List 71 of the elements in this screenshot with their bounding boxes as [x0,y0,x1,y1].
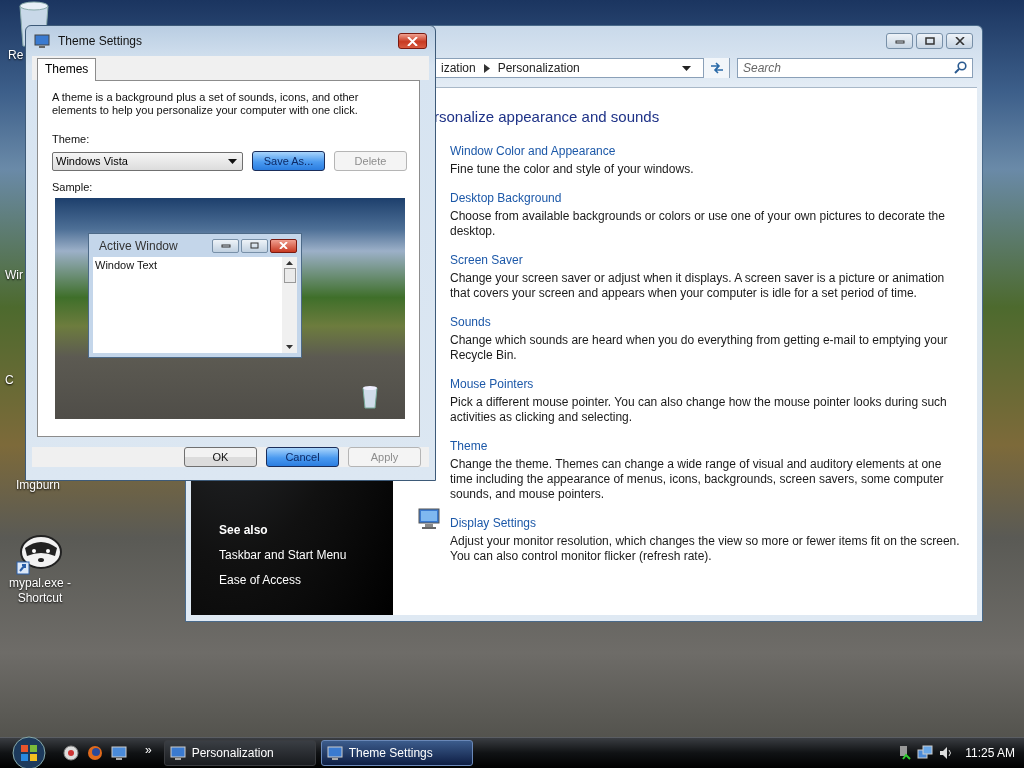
window-title: Theme Settings [58,34,143,48]
monitor-icon [169,745,186,761]
settings-description: Change the theme. Themes can change a wide range of visual and auditory elements at one time including the appearance of menus, icons, backgrounds, screen savers, some computer sounds, and mouse pointers. [450,457,945,502]
clock[interactable]: 11:25 AM [965,746,1015,760]
settings-description: Change which sounds are heard when you do everything from getting e-mail to emptying your Recycle Bin. [450,333,949,363]
dropdown-arrow-icon [228,158,237,164]
see-also-link[interactable]: Taskbar and Start Menu [219,547,347,563]
desktop-icon-label[interactable]: Imgburn [16,478,60,493]
sample-label: Sample: [52,181,93,193]
desktop-icon-label[interactable]: Wir [5,268,23,283]
see-also-heading: See also [219,522,268,538]
search-icon[interactable] [954,61,967,74]
page-heading: rsonalize appearance and sounds [434,107,660,127]
monitor-icon[interactable] [417,507,441,531]
dropdown-arrow-icon[interactable] [682,65,691,71]
settings-link[interactable]: Window Color and Appearance [450,143,616,159]
recycle-bin-icon [361,385,379,409]
search-field[interactable]: Search [737,58,973,78]
minimize-icon [220,243,231,248]
settings-description: Fine tune the color and style of your windows. [450,162,695,177]
settings-link[interactable]: Mouse Pointers [450,376,534,392]
monitor-icon [34,33,50,49]
maximize-icon [924,37,935,45]
settings-link[interactable]: Display Settings [450,515,537,531]
minimize-button[interactable] [886,33,913,49]
taskbar-button[interactable]: Personalization [163,740,316,766]
maximize-icon [250,242,259,249]
volume-icon[interactable] [939,746,954,760]
theme-description: A theme is a background plus a set of sounds, icons, and other elements to help you personalize your computer with one click. [52,91,360,117]
scroll-up-icon [286,261,293,265]
maximize-button[interactable] [916,33,943,49]
settings-link[interactable]: Screen Saver [450,252,523,268]
desktop-icon-label[interactable]: C [5,373,14,388]
close-icon [954,37,965,45]
themes-tab[interactable]: Themes [37,58,97,81]
minimize-icon [894,38,905,44]
chevron-icon [483,63,490,73]
theme-dropdown[interactable]: Windows Vista [52,151,243,171]
safely-remove-icon[interactable] [897,745,912,761]
desktop-icon-label[interactable]: Re [8,48,24,63]
settings-link[interactable]: Desktop Background [450,190,562,206]
settings-link[interactable]: Theme [450,438,488,454]
monitor-icon [326,745,343,761]
settings-description: Change your screen saver or adjust when it displays. A screen saver is a picture or animation that covers your screen and appears when your computer is idle for a set period of time. [450,271,946,301]
close-button[interactable] [398,33,427,49]
network-icon[interactable] [917,745,934,761]
close-button[interactable] [946,33,973,49]
refresh-button[interactable] [703,58,729,78]
settings-description: Choose from available backgrounds or colors or use one of your own pictures to decorate the desktop. [450,209,946,239]
scroll-down-icon [286,345,293,349]
dialog-button[interactable]: OK [184,447,257,467]
breadcrumb-item[interactable]: ization [441,61,476,75]
dialog-button[interactable]: Cancel [266,447,339,467]
theme-label: Theme: [52,133,90,145]
sample-window-text: Window Text [94,258,159,271]
taskbar-button[interactable]: Theme Settings [320,740,473,766]
browser-icon[interactable] [63,745,79,761]
close-icon [279,242,288,249]
quick-launch-overflow[interactable]: » [145,743,152,757]
settings-link[interactable]: Sounds [450,314,491,330]
sample-window-title: Active Window [99,238,178,253]
dialog-button[interactable]: Save As... [252,151,325,171]
desktop-icon-label[interactable]: mypal.exe - Shortcut [4,576,76,606]
refresh-icon [708,62,725,74]
start-button[interactable] [9,736,49,768]
settings-description: Pick a different mouse pointer. You can also change how the mouse pointer looks during such activities as clicking and selecting. [450,395,948,425]
see-also-link[interactable]: Ease of Access [219,572,302,588]
breadcrumb-item[interactable]: Personalization [497,61,580,75]
close-icon [407,36,418,46]
desktop-icon[interactable] [111,746,127,760]
settings-description: Adjust your monitor resolution, which changes the view so more or fewer items fit on the screen. You can also control monitor flicker (refresh rate). [450,534,961,564]
